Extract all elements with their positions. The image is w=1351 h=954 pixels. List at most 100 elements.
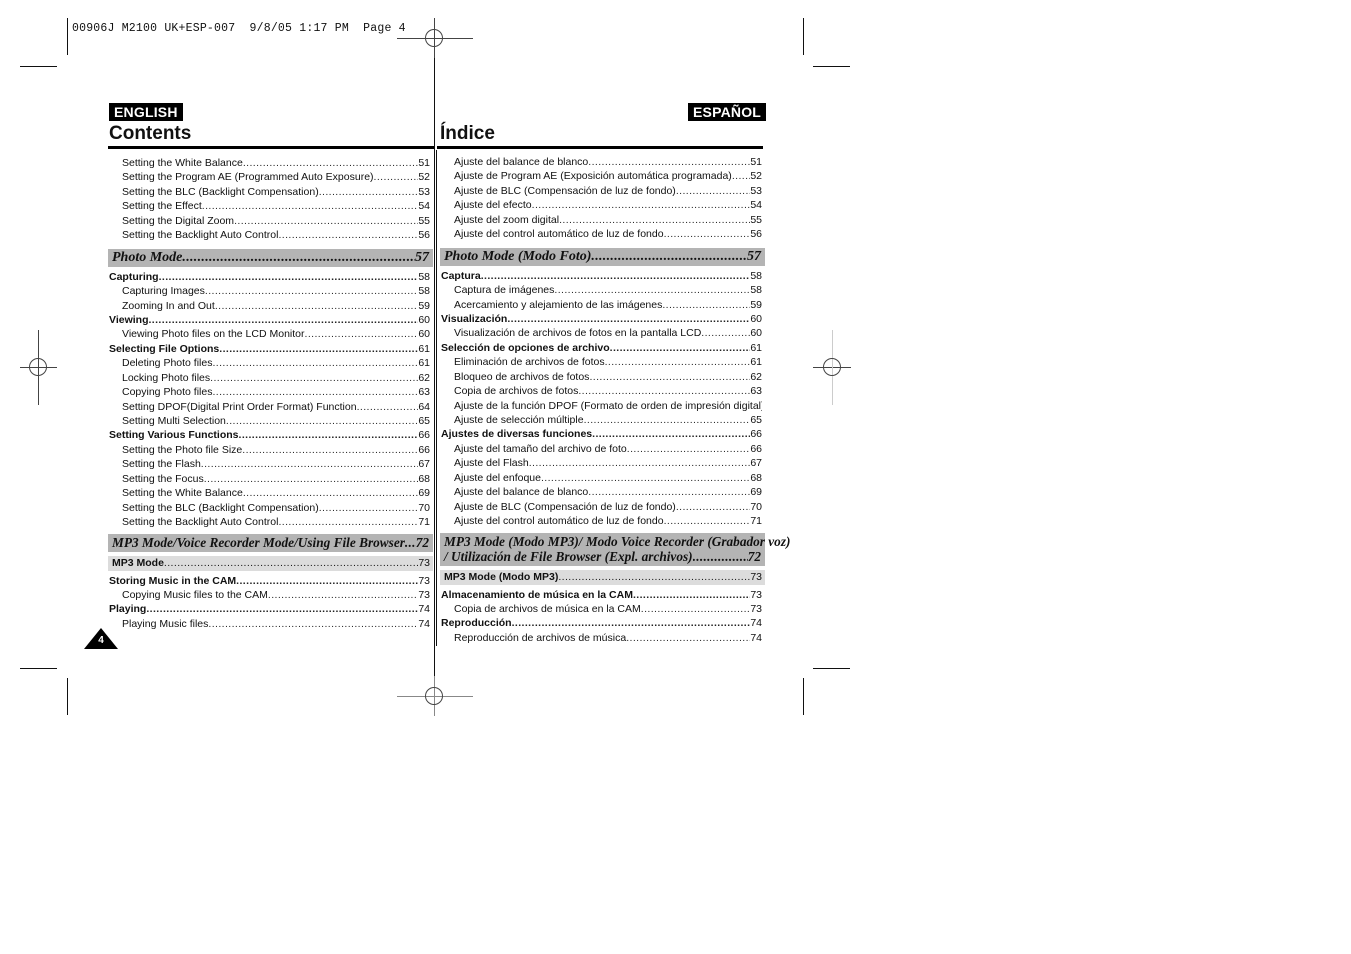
toc-entry[interactable]: Ajuste del balance de blanco 51 — [441, 155, 762, 169]
toc-entry[interactable]: Ajuste del efecto 54 — [441, 198, 762, 212]
dot-leader — [512, 616, 751, 630]
toc-entry[interactable]: Acercamiento y alejamiento de las imágen… — [441, 298, 762, 312]
section-header-mp3-mode[interactable]: MP3 Mode/Voice Recorder Mode/Using File … — [108, 533, 433, 552]
toc-entry-page: 69 — [418, 487, 430, 500]
toc-entry-title: Ajuste del zoom digital — [454, 213, 560, 226]
toc-entry[interactable]: Locking Photo files 62 — [109, 371, 430, 385]
toc-entry-title: Setting the Backlight Auto Control — [122, 229, 279, 242]
section-header-photo-mode[interactable]: Photo Mode 57 — [108, 248, 433, 267]
toc-entry[interactable]: Reproducción de archivos de música 74 — [441, 631, 762, 645]
toc-entry[interactable]: Selección de opciones de archivo 61 — [441, 341, 762, 355]
toc-entry-title: Setting the BLC (Backlight Compensation) — [122, 501, 319, 514]
toc-entry[interactable]: Storing Music in the CAM 73 — [109, 574, 430, 588]
toc-entry[interactable]: Ajuste de la función DPOF (Formato de or… — [441, 399, 762, 413]
toc-entry[interactable]: Ajuste de selección múltiple 65 — [441, 413, 762, 427]
toc-top-entries: Ajuste del balance de blanco 51 Ajuste de … — [441, 155, 762, 242]
toc-entry[interactable]: Playing Music files 74 — [109, 617, 430, 631]
toc-entry-page: 54 — [750, 199, 762, 212]
toc-entry[interactable]: Reproducción 74 — [441, 616, 762, 630]
toc-entry[interactable]: Setting the Digital Zoom 55 — [109, 214, 430, 228]
toc-entry-title: Ajuste del enfoque — [454, 471, 541, 484]
dot-leader — [226, 414, 418, 428]
toc-entry-title: Selecting File Options — [109, 342, 220, 355]
crop-mark — [803, 678, 804, 715]
toc-entry-title: Visualización — [441, 312, 508, 325]
toc-entry[interactable]: Setting the Focus 68 — [109, 472, 430, 486]
toc-entry[interactable]: Capturing 58 — [109, 270, 430, 284]
toc-entry[interactable]: Setting the White Balance 51 — [109, 156, 430, 170]
toc-entry[interactable]: Ajustes de diversas funciones 66 — [441, 427, 762, 441]
toc-entry[interactable]: Selecting File Options 61 — [109, 342, 430, 356]
dot-leader — [627, 442, 751, 456]
toc-entry[interactable]: Setting the Program AE (Programmed Auto … — [109, 170, 430, 184]
toc-entry[interactable]: Setting the Backlight Auto Control 71 — [109, 515, 430, 529]
toc-entry[interactable]: Ajuste del enfoque 68 — [441, 471, 762, 485]
toc-entry[interactable]: Ajuste del control automático de luz de … — [441, 227, 762, 241]
dot-leader — [239, 428, 419, 442]
toc-entry-title: Setting the Digital Zoom — [122, 214, 235, 227]
toc-entry-title: Zooming In and Out — [122, 299, 215, 312]
toc-entry[interactable]: Capturing Images 58 — [109, 284, 430, 298]
toc-entry[interactable]: Visualización de archivos de fotos en la… — [441, 326, 762, 340]
toc-entry-page: 51 — [750, 156, 762, 168]
page-number: 4 — [98, 635, 104, 646]
toc-entry[interactable]: Ajuste del control automático de luz de … — [441, 514, 762, 528]
toc-entry[interactable]: Copying Music files to the CAM 73 — [109, 588, 430, 602]
dot-leader — [664, 227, 751, 241]
toc-entry-title: Reproducción de archivos de música — [454, 631, 627, 644]
section-header-mp3-mode[interactable]: MP3 Mode (Modo MP3)/ Modo Voice Recorder… — [440, 532, 790, 566]
toc-entry[interactable]: Setting the Backlight Auto Control 56 — [109, 228, 430, 242]
toc-entry[interactable]: Copia de archivos de fotos 63 — [441, 384, 762, 398]
toc-entry-page: 60 — [418, 313, 430, 326]
dot-leader — [541, 471, 750, 485]
toc-entry[interactable]: Ajuste de BLC (Compensación de luz de fo… — [441, 184, 762, 198]
toc-entry[interactable]: Setting the BLC (Backlight Compensation)… — [109, 185, 430, 199]
toc-entry[interactable]: Zooming In and Out 59 — [109, 299, 430, 313]
toc-english: Setting the White Balance 51 Setting the P… — [108, 156, 433, 631]
toc-entry-title: Ajuste del Flash — [454, 457, 529, 470]
toc-entry-title: Playing Music files — [122, 617, 209, 630]
toc-entry[interactable]: Setting the Effect 54 — [109, 199, 430, 213]
toc-entry[interactable]: Bloqueo de archivos de fotos 62 — [441, 370, 762, 384]
toc-entry[interactable]: Ajuste del zoom digital 55 — [441, 213, 762, 227]
toc-entry[interactable]: Ajuste del Flash 67 — [441, 456, 762, 470]
section-header-photo-mode[interactable]: Photo Mode (Modo Foto) 57 — [440, 247, 765, 266]
toc-entry[interactable]: Captura de imágenes 58 — [441, 283, 762, 297]
toc-entry[interactable]: Deleting Photo files 61 — [109, 356, 430, 370]
dot-leader — [605, 355, 751, 369]
toc-entry[interactable]: Setting the Photo file Size 66 — [109, 443, 430, 457]
toc-entry-page: 70 — [750, 500, 762, 513]
toc-entry[interactable]: Setting the BLC (Backlight Compensation)… — [109, 501, 430, 515]
toc-entry[interactable]: Almacenamiento de música en la CAM 73 — [441, 588, 762, 602]
dot-leader — [319, 501, 419, 515]
toc-entry-page: 59 — [750, 298, 762, 311]
dot-leader — [584, 413, 751, 427]
toc-entry[interactable]: Setting Various Functions 66 — [109, 428, 430, 442]
toc-entry[interactable]: Setting Multi Selection 65 — [109, 414, 430, 428]
toc-entry[interactable]: Playing 74 — [109, 602, 430, 616]
toc-entry[interactable]: Ajuste de BLC (Compensación de luz de fo… — [441, 500, 762, 514]
toc-entry[interactable]: Eliminación de archivos de fotos 61 — [441, 355, 762, 369]
toc-entry[interactable]: Ajuste del tamaño del archivo de foto 66 — [441, 442, 762, 456]
toc-entry[interactable]: Viewing Photo files on the LCD Monitor 60 — [109, 327, 430, 341]
toc-entry[interactable]: Copia de archivos de música en la CAM 73 — [441, 602, 762, 616]
toc-entry-page: 74 — [418, 617, 430, 630]
toc-entry[interactable]: Setting the White Balance 69 — [109, 486, 430, 500]
toc-entry[interactable]: Setting DPOF(Digital Print Order Format)… — [109, 400, 430, 414]
toc-entry[interactable]: Captura 58 — [441, 269, 762, 283]
subsection-header-mp3[interactable]: MP3 Mode 73 — [108, 555, 433, 571]
toc-entry[interactable]: Ajuste de Program AE (Exposición automát… — [441, 169, 762, 183]
toc-entry-page: 69 — [750, 486, 762, 499]
toc-entry-title: Deleting Photo files — [122, 357, 213, 370]
subsection-header-mp3[interactable]: MP3 Mode (Modo MP3) 73 — [440, 569, 765, 585]
toc-entry[interactable]: Setting the Flash 67 — [109, 457, 430, 471]
toc-entry-title: Setting the Program AE (Programmed Auto … — [122, 171, 374, 184]
toc-entry[interactable]: Copying Photo files 63 — [109, 385, 430, 399]
toc-entry[interactable]: Visualización 60 — [441, 312, 762, 326]
dot-leader — [732, 169, 751, 183]
toc-entry-title: Ajuste de Program AE (Exposición automát… — [454, 170, 732, 183]
toc-entry[interactable]: Ajuste del balance de blanco 69 — [441, 485, 762, 499]
toc-entry-title: Ajuste de BLC (Compensación de luz de fo… — [454, 184, 676, 197]
dot-leader — [589, 370, 750, 384]
toc-entry[interactable]: Viewing 60 — [109, 313, 430, 327]
